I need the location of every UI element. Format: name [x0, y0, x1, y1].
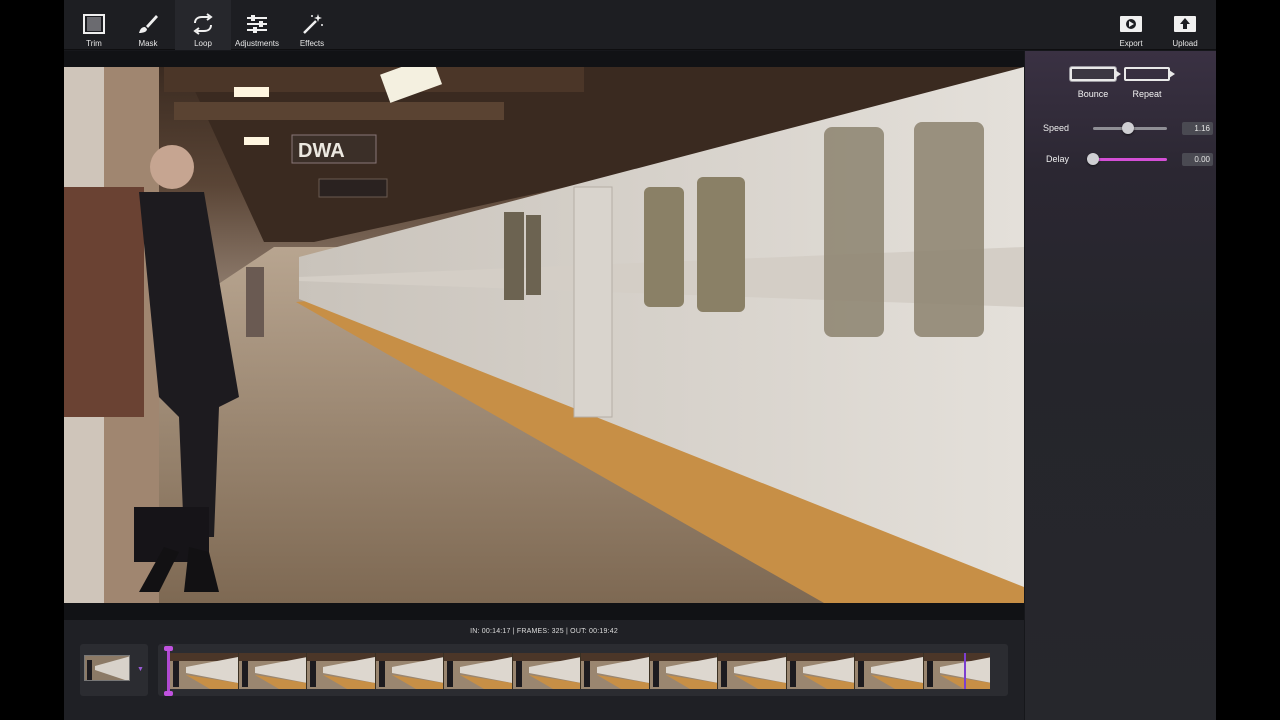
- station-sign-text: DWA: [298, 140, 345, 162]
- trim-tool[interactable]: Trim: [66, 0, 122, 50]
- effects-label: Effects: [299, 39, 325, 48]
- trim-label: Trim: [86, 39, 102, 48]
- speed-control: Speed 1.16: [1025, 122, 1216, 136]
- timeline-frame: [444, 653, 513, 689]
- brush-icon: [139, 15, 158, 33]
- upload-button[interactable]: Upload: [1157, 0, 1213, 50]
- repeat-label: Repeat: [1132, 89, 1162, 99]
- timeline-frame: [855, 653, 924, 689]
- delay-label: Delay: [1045, 154, 1069, 164]
- delay-slider[interactable]: [1087, 153, 1167, 165]
- timeline-frame: [718, 653, 787, 689]
- speed-slider[interactable]: [1093, 122, 1167, 134]
- loop-settings-panel: Bounce Repeat Speed 1.16 Delay 0.00: [1025, 51, 1216, 720]
- video-preview[interactable]: DWA: [64, 67, 1024, 603]
- chevron-down-icon: ▼: [137, 666, 144, 673]
- adjustments-label: Adjustments: [234, 39, 280, 48]
- app-window: Trim Mask Loop Adjustments Effects Expor…: [64, 0, 1216, 720]
- sliders-icon: [247, 15, 267, 33]
- subway-scene-image: DWA: [64, 67, 1024, 603]
- speed-label: Speed: [1042, 123, 1069, 133]
- timeline-frame: [512, 653, 581, 689]
- loop-tool[interactable]: Loop: [175, 0, 231, 50]
- clip-thumbnail: [84, 655, 130, 681]
- toolbar: Trim Mask Loop Adjustments Effects Expor…: [64, 0, 1216, 50]
- delay-slider-knob[interactable]: [1087, 153, 1099, 165]
- mask-tool[interactable]: Mask: [120, 0, 176, 50]
- delay-control: Delay 0.00: [1025, 153, 1216, 167]
- delay-value[interactable]: 0.00: [1182, 153, 1213, 166]
- clip-thumbnail-box[interactable]: ▼: [80, 644, 148, 696]
- playhead[interactable]: [964, 653, 966, 689]
- trim-icon: [83, 14, 105, 34]
- frame-strip-box: [158, 644, 1008, 696]
- loop-label: Loop: [194, 39, 212, 48]
- export-icon: [1120, 16, 1142, 32]
- timeline-frame: [786, 653, 855, 689]
- in-point-marker[interactable]: [164, 646, 173, 696]
- speed-value[interactable]: 1.16: [1182, 122, 1213, 135]
- timeline-frame: [170, 653, 239, 689]
- timeline: IN: 00:14:17 | FRAMES: 325 | OUT: 00:19:…: [64, 620, 1024, 720]
- timeline-frame: [581, 653, 650, 689]
- timeline-frame: [238, 653, 307, 689]
- repeat-icon: [1124, 67, 1175, 81]
- adjustments-tool[interactable]: Adjustments: [229, 0, 285, 50]
- mask-label: Mask: [138, 39, 158, 48]
- frame-strip[interactable]: [170, 653, 990, 689]
- bounce-icon: [1070, 67, 1121, 81]
- timeline-frame: [307, 653, 376, 689]
- bounce-label: Bounce: [1077, 89, 1109, 99]
- loop-icon: [193, 13, 213, 35]
- repeat-mode-button[interactable]: Repeat: [1121, 67, 1175, 99]
- timeline-frame: [649, 653, 718, 689]
- upload-icon: [1174, 16, 1196, 32]
- timeline-frame: [923, 653, 990, 689]
- export-label: Export: [1119, 39, 1143, 48]
- upload-label: Upload: [1172, 39, 1198, 48]
- magic-wand-icon: [303, 14, 323, 34]
- bounce-mode-button[interactable]: Bounce: [1067, 67, 1121, 99]
- video-stage: DWA: [64, 51, 1024, 620]
- timeline-frame: [375, 653, 444, 689]
- timeline-info: IN: 00:14:17 | FRAMES: 325 | OUT: 00:19:…: [470, 628, 618, 635]
- export-button[interactable]: Export: [1103, 0, 1159, 50]
- effects-tool[interactable]: Effects: [284, 0, 340, 50]
- speed-slider-knob[interactable]: [1121, 122, 1134, 134]
